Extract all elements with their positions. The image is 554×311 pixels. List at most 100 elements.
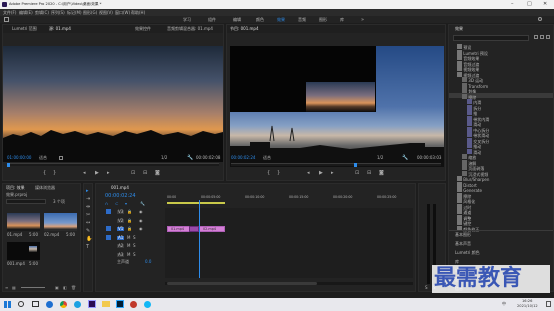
timeline-horizontal-scrollbar[interactable] <box>165 282 413 285</box>
snap-icon[interactable]: ∩ <box>105 201 108 206</box>
slip-tool-icon[interactable]: ↔ <box>86 220 90 226</box>
mute-button[interactable]: M <box>127 235 130 240</box>
timeline-settings-icon[interactable]: 🔧 <box>140 201 145 206</box>
type-tool-icon[interactable]: T <box>86 244 89 250</box>
yuv-filter-icon[interactable] <box>546 35 550 39</box>
eye-icon[interactable]: ◉ <box>139 226 143 231</box>
ripple-tool-icon[interactable]: ⇹ <box>86 204 90 210</box>
lock-icon[interactable]: 🔒 <box>127 209 132 214</box>
panel-lumetri-color[interactable]: Lumetri 颜色 <box>455 251 480 255</box>
workspace-editing[interactable]: 编辑 <box>233 17 241 22</box>
chrome-icon[interactable] <box>60 301 67 308</box>
source-playhead[interactable] <box>7 163 10 167</box>
meter-solo-button[interactable]: S <box>425 286 428 290</box>
timeline-clip[interactable]: 02.mp4 <box>199 225 225 232</box>
edge-icon[interactable] <box>46 301 53 308</box>
workspace-effects[interactable]: 效果 <box>277 17 285 22</box>
project-sequence-thumbnail[interactable] <box>7 242 40 260</box>
menu-file[interactable]: 文件(F) <box>3 10 16 15</box>
search-icon[interactable] <box>538 17 542 21</box>
program-mark-out-icon[interactable]: } <box>277 170 280 176</box>
windows-start-icon[interactable] <box>4 301 11 308</box>
workspace-assembly[interactable]: 组件 <box>208 17 216 22</box>
accelerated-filter-icon[interactable] <box>534 35 538 39</box>
file-explorer-icon[interactable] <box>102 301 110 307</box>
workspace-learn[interactable]: 学习 <box>183 17 191 22</box>
minimize-button[interactable]: – <box>511 2 514 7</box>
extract-icon[interactable]: ⊟ <box>367 170 371 176</box>
overwrite-icon[interactable]: ⊟ <box>143 170 147 176</box>
32bit-filter-icon[interactable] <box>540 35 544 39</box>
tab-media-browser[interactable]: 媒体浏览器 <box>35 186 55 190</box>
track-label[interactable]: A2 <box>117 244 125 248</box>
lock-icon[interactable]: 🔒 <box>127 218 132 223</box>
step-back-icon[interactable]: ◂ <box>83 170 86 176</box>
master-volume[interactable]: 0.0 <box>145 260 151 264</box>
scroll-thumb[interactable] <box>167 282 317 285</box>
ie-icon[interactable] <box>74 301 81 308</box>
source-ratio-dropdown[interactable]: 1/2 <box>161 156 167 160</box>
source-patch[interactable] <box>106 234 111 240</box>
effects-search-input[interactable] <box>453 35 529 41</box>
notification-icon[interactable] <box>546 301 551 307</box>
menu-marker[interactable]: 标记(M) <box>67 10 82 15</box>
panel-libraries[interactable]: 库 <box>455 260 459 264</box>
qq-icon[interactable] <box>144 301 151 308</box>
source-wrench-icon[interactable]: 🔧 <box>187 155 193 161</box>
program-play-icon[interactable]: ▶ <box>319 170 323 176</box>
program-step-forward-icon[interactable]: ▸ <box>331 170 334 176</box>
lift-icon[interactable]: ⊡ <box>355 170 359 176</box>
lock-icon[interactable]: 🔒 <box>127 226 132 231</box>
menu-sequence[interactable]: 序列(S) <box>51 10 65 15</box>
photoshop-icon[interactable] <box>116 300 124 308</box>
program-step-back-icon[interactable]: ◂ <box>307 170 310 176</box>
trash-icon[interactable]: 🗑 <box>71 285 76 290</box>
work-area-bar[interactable] <box>167 202 225 204</box>
icon-view-icon[interactable]: ▦ <box>12 285 16 290</box>
mark-in-icon[interactable]: { <box>43 170 46 176</box>
project-clip-thumbnail[interactable] <box>44 213 77 231</box>
zoom-slider[interactable] <box>21 287 45 288</box>
eye-icon[interactable]: ◉ <box>139 209 143 214</box>
ime-indicator[interactable]: 中 <box>502 302 506 306</box>
add-marker-icon[interactable]: ▾ <box>125 201 127 206</box>
source-timecode[interactable]: 01:00:00:00 <box>7 156 31 160</box>
tab-program[interactable]: 节目: 001.mp4 <box>230 27 259 31</box>
workspace-graphics[interactable]: 图形 <box>319 17 327 22</box>
program-timecode[interactable]: 00:00:02:24 <box>231 156 255 160</box>
home-icon[interactable] <box>4 17 9 22</box>
track-select-tool-icon[interactable]: ⇥ <box>86 196 90 202</box>
mute-button[interactable]: M <box>127 252 130 257</box>
panel-essential-sound[interactable]: 基本声音 <box>455 242 471 246</box>
media-icon[interactable] <box>130 301 137 308</box>
export-frame-icon[interactable]: ◙ <box>379 170 384 176</box>
solo-button[interactable]: S <box>133 235 136 240</box>
timeline-tab[interactable]: 001.mp4 <box>111 186 129 190</box>
track-label[interactable]: V1 <box>117 227 125 231</box>
source-patch[interactable] <box>106 226 111 231</box>
search-taskbar-icon[interactable] <box>18 301 24 307</box>
tab-project[interactable]: 项目: 效果 <box>6 186 25 190</box>
playhead-line[interactable] <box>199 200 200 278</box>
eye-icon[interactable]: ◉ <box>139 218 143 223</box>
project-search-input[interactable] <box>6 199 46 204</box>
selection-tool-icon[interactable]: ▸ <box>86 188 89 194</box>
workspace-audio[interactable]: 音频 <box>298 17 306 22</box>
program-mark-in-icon[interactable]: { <box>267 170 270 176</box>
program-wrench-icon[interactable]: 🔧 <box>402 155 408 161</box>
mute-button[interactable]: M <box>127 244 130 248</box>
menu-help[interactable]: 帮助(H) <box>131 10 145 15</box>
program-playhead[interactable] <box>354 163 357 167</box>
track-label[interactable]: V3 <box>117 210 125 214</box>
step-forward-icon[interactable]: ▸ <box>107 170 110 176</box>
program-fit-dropdown[interactable]: 适合 <box>263 156 271 160</box>
new-bin-icon[interactable]: ▣ <box>55 285 59 290</box>
tab-lumetri-scopes[interactable]: Lumetri 范围 <box>12 27 37 31</box>
source-fit-dropdown[interactable]: 适合 <box>39 156 47 160</box>
source-scrubber[interactable] <box>7 163 219 167</box>
camera-icon[interactable]: ◙ <box>155 170 160 176</box>
tab-source[interactable]: 源: 01.mp4 <box>49 27 71 31</box>
insert-icon[interactable]: ⊡ <box>131 170 135 176</box>
project-clip-thumbnail[interactable] <box>7 213 40 231</box>
menu-clip[interactable]: 剪辑(C) <box>35 10 49 15</box>
